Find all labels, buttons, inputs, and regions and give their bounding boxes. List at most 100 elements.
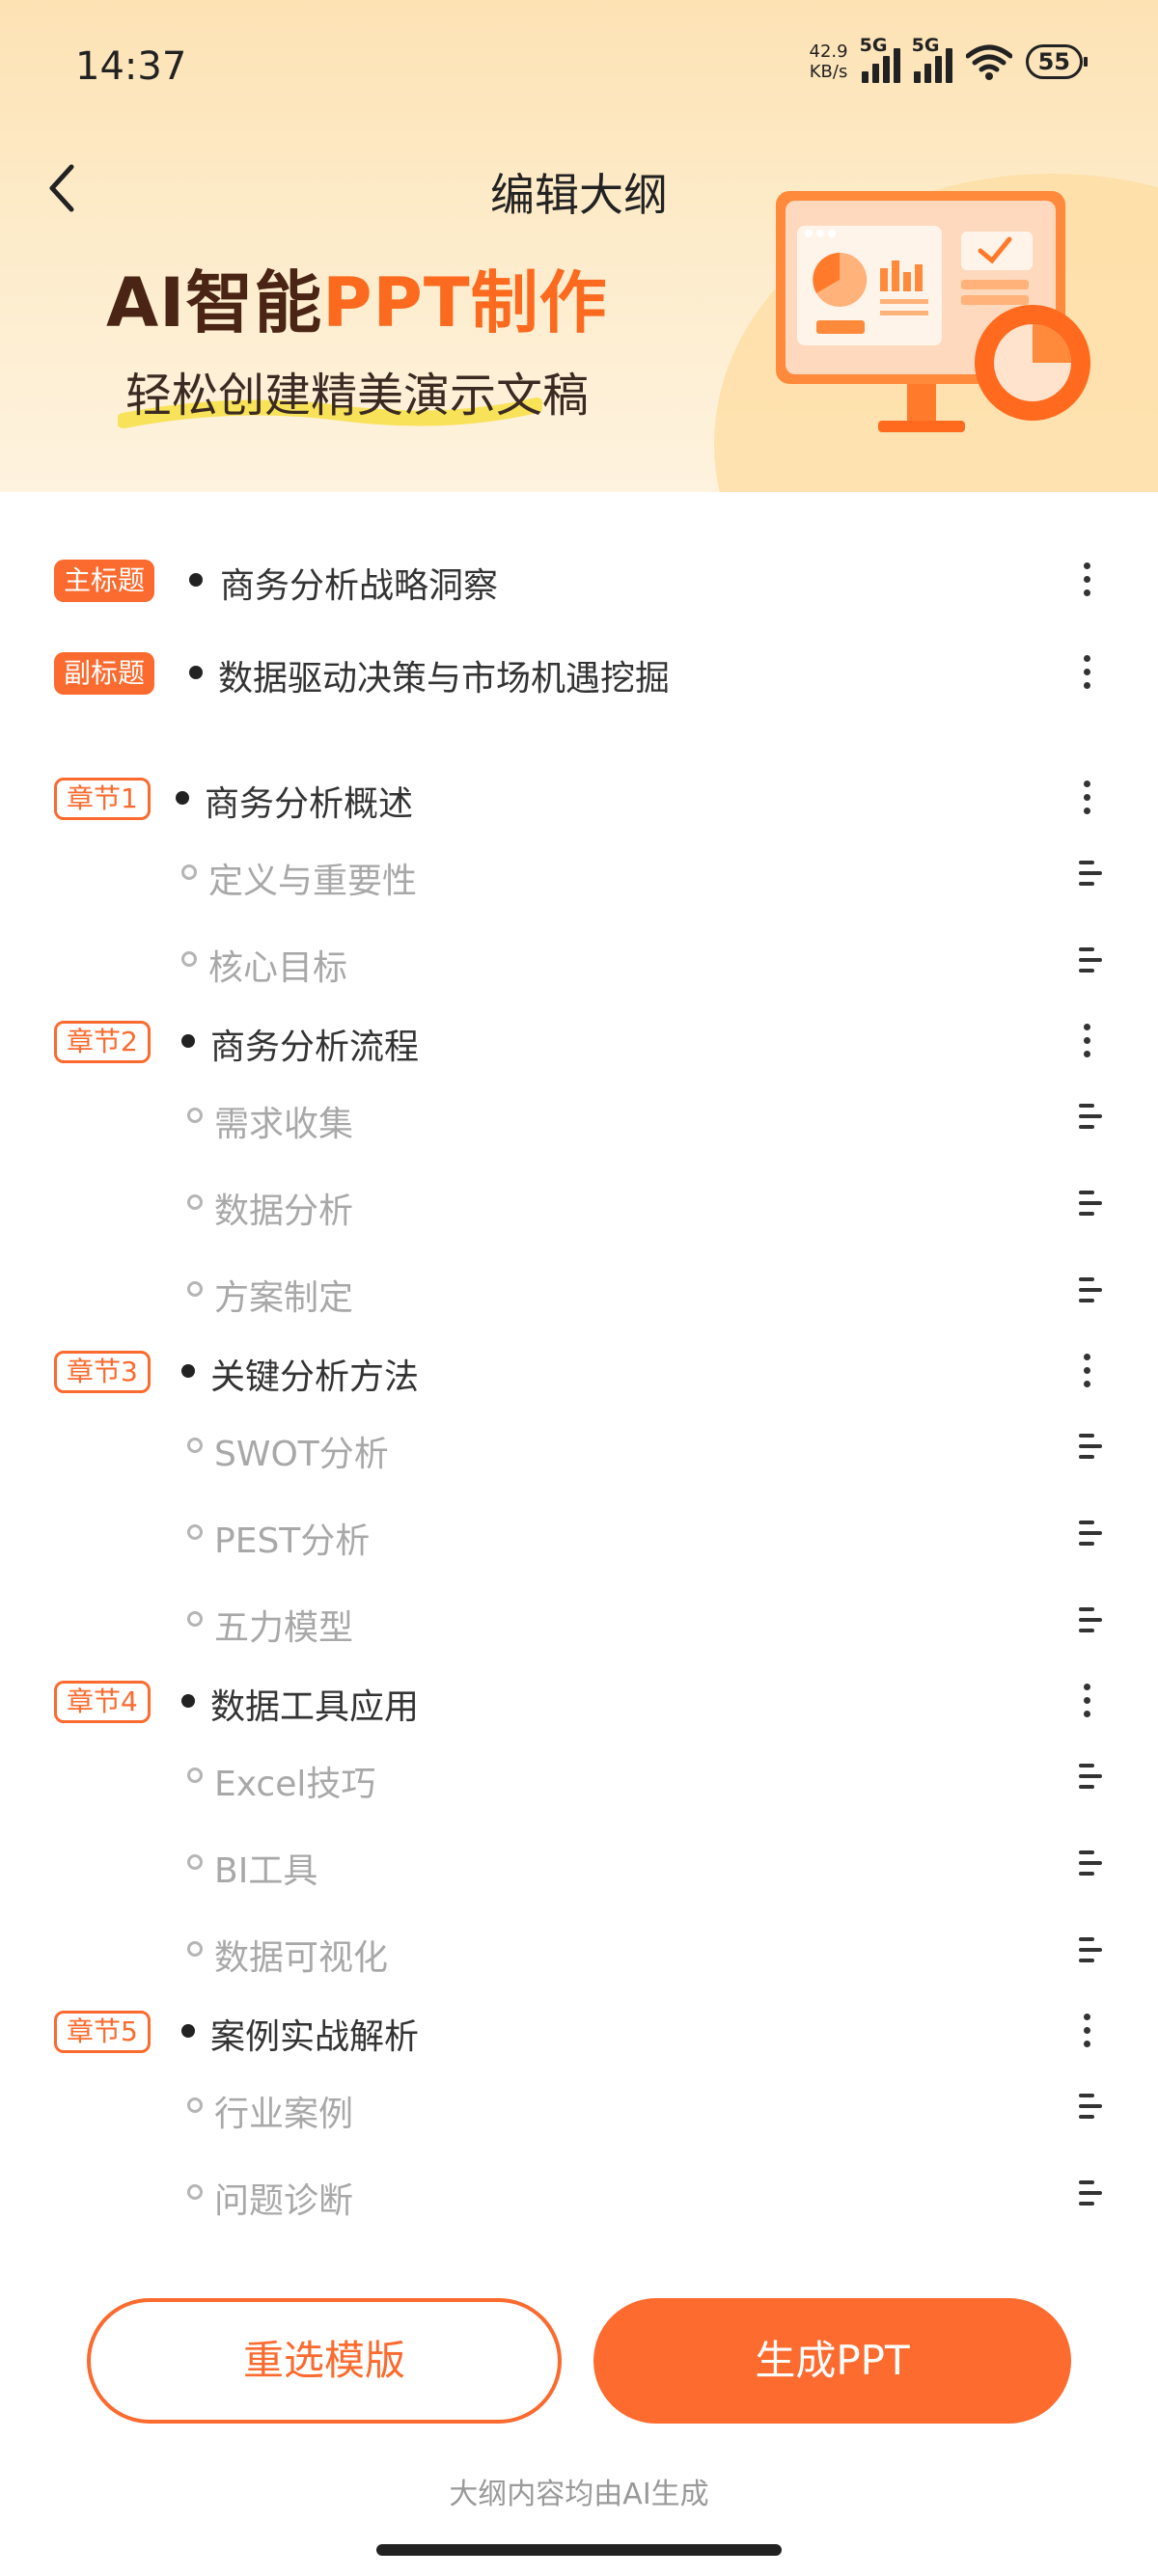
chapter-row[interactable]: 章节1 商务分析概述 — [0, 758, 1158, 836]
status-bar-icons: 42.9 KB/s 5G 5G 55 — [809, 35, 1089, 83]
chapter-item-row[interactable]: 定义与重要性 — [0, 836, 1158, 913]
drag-handle-icon[interactable] — [1079, 1607, 1102, 1636]
chapter-item-row[interactable]: 核心目标 — [0, 922, 1158, 1000]
more-vert-icon[interactable] — [1079, 652, 1094, 695]
chapter-item-text[interactable]: Excel技巧 — [214, 1756, 375, 1806]
chapter-badge: 章节3 — [54, 1351, 151, 1393]
chapter-item-row[interactable]: PEST分析 — [0, 1495, 1158, 1573]
main-title-badge: 主标题 — [54, 560, 155, 602]
chapter-badge: 章节2 — [54, 1021, 151, 1063]
bullet-ring — [187, 1108, 203, 1123]
chapter-item-text[interactable]: 问题诊断 — [214, 2173, 353, 2223]
chapter-title[interactable]: 数据工具应用 — [210, 1679, 419, 1729]
bullet-dot — [181, 2024, 195, 2038]
hero-banner: 14:37 42.9 KB/s 5G 5G 55 编辑大纲 AI智能PPT制作 — [0, 0, 1158, 492]
bullet-ring — [187, 1438, 203, 1453]
bullet-dot — [189, 666, 203, 679]
chapter-row[interactable]: 章节2 商务分析流程 — [0, 1001, 1158, 1079]
bullet-dot — [189, 573, 203, 587]
chapter-item-row[interactable]: 方案制定 — [0, 1252, 1158, 1329]
bullet-ring — [181, 864, 197, 880]
drag-handle-icon[interactable] — [1079, 1434, 1102, 1463]
chapter-title[interactable]: 案例实战解析 — [210, 2009, 419, 2059]
wifi-icon — [965, 44, 1012, 80]
chapter-item-row[interactable]: BI工具 — [0, 1825, 1158, 1903]
chapter-item-row[interactable]: Excel技巧 — [0, 1739, 1158, 1816]
chapter-title[interactable]: 商务分析流程 — [210, 1019, 419, 1069]
monitor-chart-illustration — [776, 191, 1090, 432]
sub-title-text[interactable]: 数据驱动决策与市场机遇挖掘 — [218, 650, 670, 700]
bullet-ring — [187, 1524, 203, 1540]
drag-handle-icon[interactable] — [1079, 2180, 1102, 2209]
chapter-item-row[interactable]: SWOT分析 — [0, 1409, 1158, 1486]
chapter-row[interactable]: 章节3 关键分析方法 — [0, 1331, 1158, 1409]
drag-handle-icon[interactable] — [1079, 1850, 1102, 1879]
hero-title: AI智能PPT制作 — [106, 249, 608, 346]
chapter-item-row[interactable]: 五力模型 — [0, 1582, 1158, 1659]
drag-handle-icon[interactable] — [1079, 1104, 1102, 1133]
chapter-item-row[interactable]: 需求收集 — [0, 1079, 1158, 1156]
status-time: 14:37 — [75, 44, 187, 89]
drag-handle-icon[interactable] — [1079, 1764, 1102, 1793]
drag-handle-icon[interactable] — [1079, 1521, 1102, 1549]
drag-handle-icon[interactable] — [1079, 1277, 1102, 1306]
sim2-label: 5G — [911, 35, 940, 56]
chapter-item-text[interactable]: 方案制定 — [214, 1270, 353, 1320]
chapter-badge: 章节5 — [54, 2011, 151, 2053]
chapter-row[interactable]: 章节5 案例实战解析 — [0, 1991, 1158, 2069]
hero-subtitle-wrap: 轻松创建精美演示文稿 — [118, 357, 590, 428]
bullet-dot — [181, 1034, 195, 1048]
more-vert-icon[interactable] — [1079, 1021, 1094, 1063]
battery-icon: 55 — [1025, 44, 1089, 79]
chapter-item-text[interactable]: 定义与重要性 — [208, 853, 417, 903]
drag-handle-icon[interactable] — [1079, 1191, 1102, 1219]
chapter-badge: 章节1 — [54, 778, 151, 820]
outline-sub-title-row[interactable]: 副标题 数据驱动决策与市场机遇挖掘 — [0, 633, 1158, 710]
chapter-item-text[interactable]: 行业案例 — [214, 2086, 353, 2136]
chapter-item-text[interactable]: BI工具 — [214, 1843, 317, 1893]
bullet-ring — [187, 1941, 203, 1957]
chapter-item-row[interactable]: 问题诊断 — [0, 2155, 1158, 2233]
signal-icon: 5G — [912, 35, 952, 83]
reselect-template-button[interactable]: 重选模版 — [87, 2298, 562, 2424]
chapter-item-row[interactable]: 数据可视化 — [0, 1912, 1158, 1989]
chapter-item-text[interactable]: 五力模型 — [214, 1600, 353, 1650]
chapter-item-text[interactable]: 数据可视化 — [214, 1930, 388, 1980]
chapter-item-row[interactable]: 数据分析 — [0, 1165, 1158, 1243]
bullet-dot — [176, 791, 189, 805]
chapter-title[interactable]: 商务分析概述 — [205, 776, 413, 826]
more-vert-icon[interactable] — [1079, 560, 1094, 602]
hero-subtitle: 轻松创建精美演示文稿 — [125, 369, 590, 423]
ai-generated-note: 大纲内容均由AI生成 — [449, 2478, 709, 2511]
main-title-text[interactable]: 商务分析战略洞察 — [220, 558, 498, 608]
drag-handle-icon[interactable] — [1079, 861, 1102, 890]
bullet-dot — [181, 1364, 195, 1378]
sim1-label: 5G — [859, 35, 888, 56]
chapter-item-text[interactable]: 数据分析 — [214, 1183, 353, 1233]
chapter-row[interactable]: 章节4 数据工具应用 — [0, 1661, 1158, 1739]
chapter-title[interactable]: 关键分析方法 — [210, 1349, 419, 1399]
outline-main-title-row[interactable]: 主标题 商务分析战略洞察 — [0, 540, 1158, 617]
chapter-item-row[interactable]: 行业案例 — [0, 2069, 1158, 2146]
more-vert-icon[interactable] — [1079, 1681, 1094, 1723]
bullet-ring — [187, 1194, 203, 1210]
more-vert-icon[interactable] — [1079, 2011, 1094, 2053]
bullet-ring — [187, 1611, 203, 1627]
hero-title-orange: PPT制作 — [322, 263, 608, 343]
generate-ppt-button[interactable]: 生成PPT — [593, 2298, 1071, 2424]
network-speed-unit: KB/s — [809, 62, 848, 82]
bullet-ring — [187, 2097, 203, 2113]
more-vert-icon[interactable] — [1079, 1351, 1094, 1393]
more-vert-icon[interactable] — [1079, 778, 1094, 820]
chapter-item-text[interactable]: 核心目标 — [208, 940, 347, 990]
chapter-item-text[interactable]: 需求收集 — [214, 1096, 353, 1146]
home-indicator[interactable] — [376, 2544, 782, 2556]
chapter-item-text[interactable]: SWOT分析 — [214, 1426, 389, 1476]
drag-handle-icon[interactable] — [1079, 1937, 1102, 1966]
drag-handle-icon[interactable] — [1079, 947, 1102, 976]
bullet-ring — [181, 951, 197, 967]
bullet-ring — [187, 1768, 203, 1783]
chapter-item-text[interactable]: PEST分析 — [214, 1513, 370, 1563]
hero-title-dark: AI智能 — [106, 263, 323, 343]
drag-handle-icon[interactable] — [1079, 2094, 1102, 2123]
